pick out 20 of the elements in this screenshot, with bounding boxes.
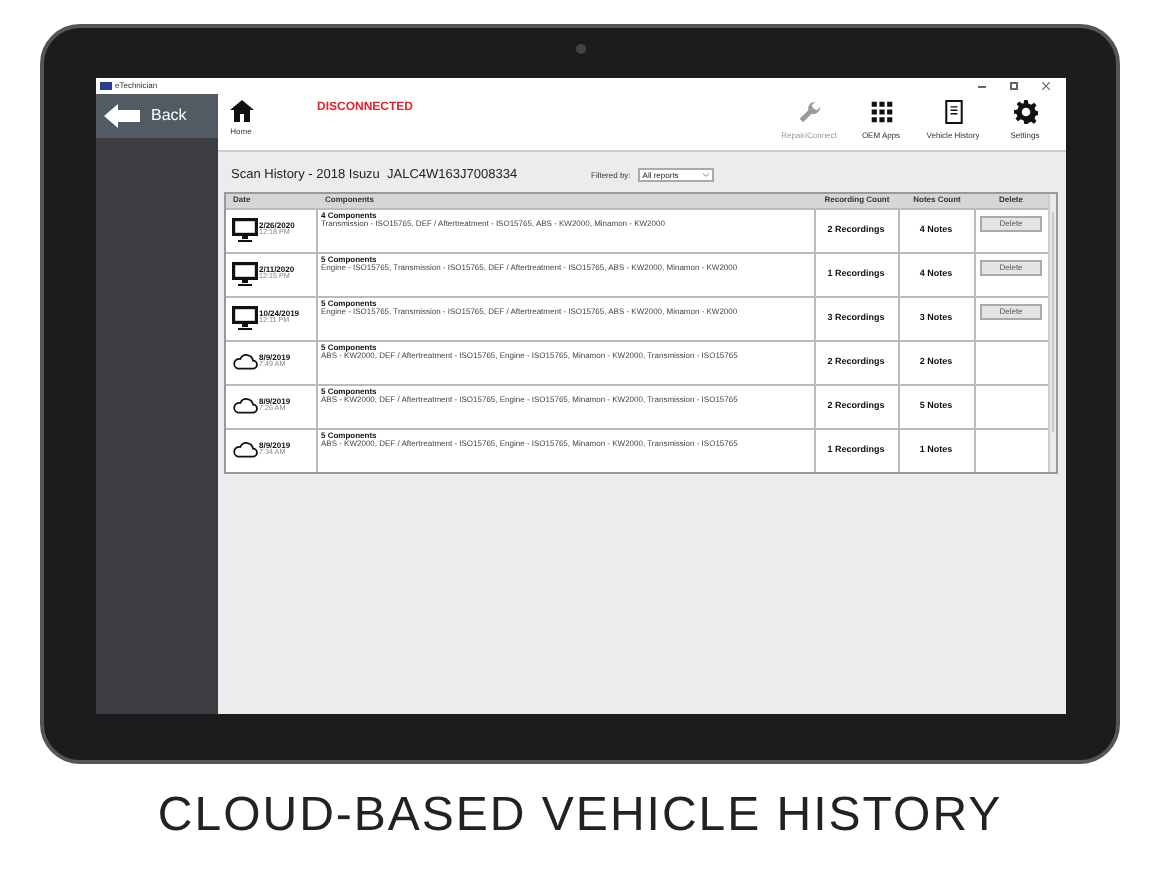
cloud-icon: [231, 442, 257, 459]
camera-icon: [575, 44, 585, 54]
grid-icon: [869, 100, 893, 124]
wrench-icon: [797, 100, 821, 124]
cloud-icon: [231, 354, 257, 371]
maximize-icon[interactable]: [1009, 82, 1017, 90]
monitor-icon: [231, 218, 257, 243]
close-icon[interactable]: [1041, 82, 1049, 90]
cloud-icon: [231, 398, 257, 415]
caret-icon: [702, 172, 711, 179]
app-logo-icon: [99, 82, 111, 90]
home-icon: [229, 100, 253, 122]
monitor-icon: [231, 262, 257, 287]
book-icon: [941, 100, 965, 124]
caption: CLOUD-BASED VEHICLE HISTORY: [157, 792, 1003, 840]
settings-icon: [1013, 100, 1037, 124]
monitor-icon: [231, 306, 257, 331]
scrollbar[interactable]: [1047, 193, 1055, 472]
arrow-left-icon: [103, 104, 139, 128]
back-button[interactable]: Back: [95, 94, 217, 138]
